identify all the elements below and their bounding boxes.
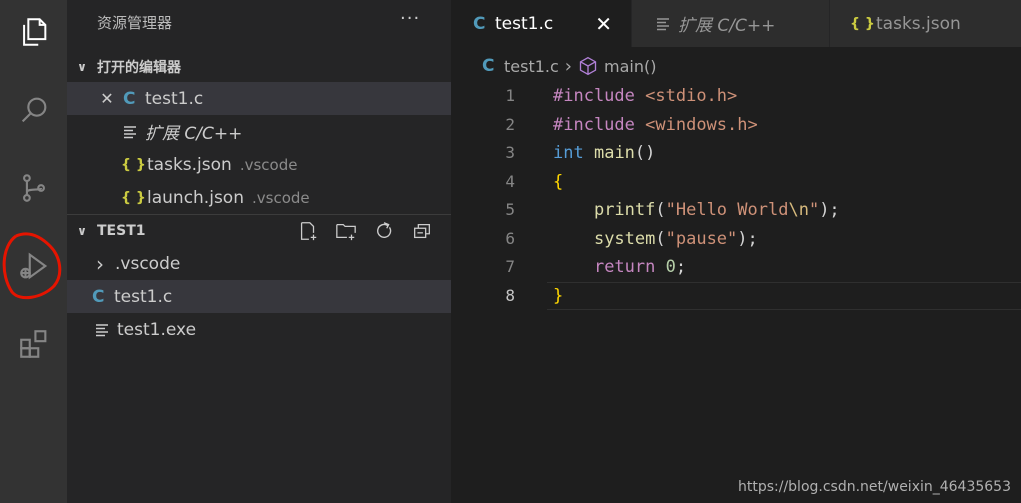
method-icon — [579, 56, 597, 76]
source-control-icon[interactable] — [0, 160, 67, 216]
json-icon: { } — [121, 189, 146, 206]
section-title: TEST1 — [97, 222, 146, 239]
extensions-icon[interactable] — [0, 316, 67, 372]
folder-toolbar — [297, 214, 433, 247]
file-label: test1.c — [145, 88, 204, 109]
breadcrumb-separator: › — [564, 55, 572, 77]
code-line: system("pause"); — [593, 228, 758, 249]
lines-icon — [656, 17, 678, 31]
lines-icon — [95, 323, 117, 337]
close-icon[interactable]: ✕ — [595, 12, 612, 36]
watermark: https://blog.csdn.net/weixin_46435653 — [737, 479, 1011, 495]
line-number: 8 — [505, 285, 515, 305]
folder-item[interactable]: › .vscode — [67, 247, 451, 280]
line-number: 5 — [505, 200, 515, 219]
tab-tasks-json[interactable]: { } tasks.json — [830, 0, 1021, 47]
explorer-sidebar: 资源管理器 ··· ∨ 打开的编辑器 ✕ C test1.c 扩展 C/C++ … — [67, 0, 451, 503]
folder-header[interactable]: ∨ TEST1 — [67, 214, 451, 247]
search-icon[interactable] — [0, 82, 67, 138]
close-icon[interactable]: ✕ — [91, 89, 123, 108]
code-line: int main() — [553, 143, 656, 163]
open-editor-item[interactable]: { } tasks.json .vscode — [67, 148, 451, 181]
file-label: 扩展 C/C++ — [145, 124, 243, 144]
c-file-icon: C — [482, 56, 495, 76]
json-icon: { } — [850, 15, 875, 32]
breadcrumb-symbol[interactable]: main() — [604, 57, 656, 76]
line-number: 2 — [505, 114, 515, 134]
tab-label: test1.c — [495, 13, 554, 34]
file-label: test1.exe — [117, 319, 197, 340]
tab-extension[interactable]: 扩展 C/C++ — [632, 0, 829, 47]
file-label: test1.c — [114, 286, 173, 307]
breadcrumb: C test1.c › main() — [482, 54, 656, 78]
code-line: #include <windows.h> — [553, 114, 758, 135]
open-editor-item[interactable]: ✕ C test1.c — [67, 82, 451, 115]
file-description: .vscode — [251, 188, 310, 207]
file-label: tasks.json — [147, 154, 232, 175]
section-title: 打开的编辑器 — [97, 59, 181, 76]
c-file-icon: C — [92, 286, 105, 307]
file-description: .vscode — [239, 155, 298, 174]
more-actions-button[interactable]: ··· — [400, 8, 420, 29]
open-editor-item[interactable]: { } launch.json .vscode — [67, 181, 451, 214]
file-label: launch.json — [147, 187, 244, 208]
current-line-highlight — [547, 282, 1021, 310]
tab-label: 扩展 C/C++ — [678, 16, 776, 36]
line-number: 3 — [505, 143, 515, 162]
c-file-icon: C — [473, 13, 486, 34]
breadcrumb-file[interactable]: test1.c — [504, 57, 559, 76]
file-item[interactable]: test1.exe — [67, 313, 451, 346]
editor-tabs: C test1.c ✕ 扩展 C/C++ { } tasks.json — [451, 0, 1021, 47]
tab-test1-c[interactable]: C test1.c ✕ — [451, 0, 631, 47]
collapse-all-icon[interactable] — [411, 220, 433, 242]
file-item[interactable]: C test1.c — [67, 280, 451, 313]
activity-bar — [0, 0, 67, 503]
explorer-icon[interactable] — [0, 4, 67, 60]
open-editors-header[interactable]: ∨ 打开的编辑器 — [67, 50, 451, 83]
code-line: { — [553, 171, 564, 192]
chevron-right-icon: › — [96, 251, 104, 276]
explorer-title: 资源管理器 — [97, 14, 173, 32]
code-editor[interactable]: 1 2 3 4 5 6 7 8 #include <stdio.h> #incl… — [451, 82, 1021, 503]
lines-icon — [123, 125, 145, 139]
line-number: 4 — [505, 171, 515, 191]
folder-label: .vscode — [115, 253, 181, 274]
code-line: printf("Hello World\n"); — [593, 200, 840, 220]
refresh-icon[interactable] — [373, 220, 395, 242]
new-file-icon[interactable] — [297, 220, 319, 242]
tab-label: tasks.json — [876, 13, 961, 34]
code-line: return 0; — [593, 257, 687, 277]
annotation-circle — [2, 232, 62, 300]
line-number: 1 — [505, 86, 515, 105]
open-editor-item[interactable]: 扩展 C/C++ — [67, 115, 451, 148]
line-number: 7 — [505, 257, 515, 276]
line-number: 6 — [505, 228, 515, 248]
c-file-icon: C — [123, 88, 136, 109]
chevron-down-icon: ∨ — [77, 223, 87, 238]
code-line: } — [553, 285, 564, 306]
chevron-down-icon: ∨ — [77, 59, 87, 74]
json-icon: { } — [121, 156, 146, 173]
new-folder-icon[interactable] — [335, 220, 357, 242]
code-line: #include <stdio.h> — [553, 86, 738, 106]
